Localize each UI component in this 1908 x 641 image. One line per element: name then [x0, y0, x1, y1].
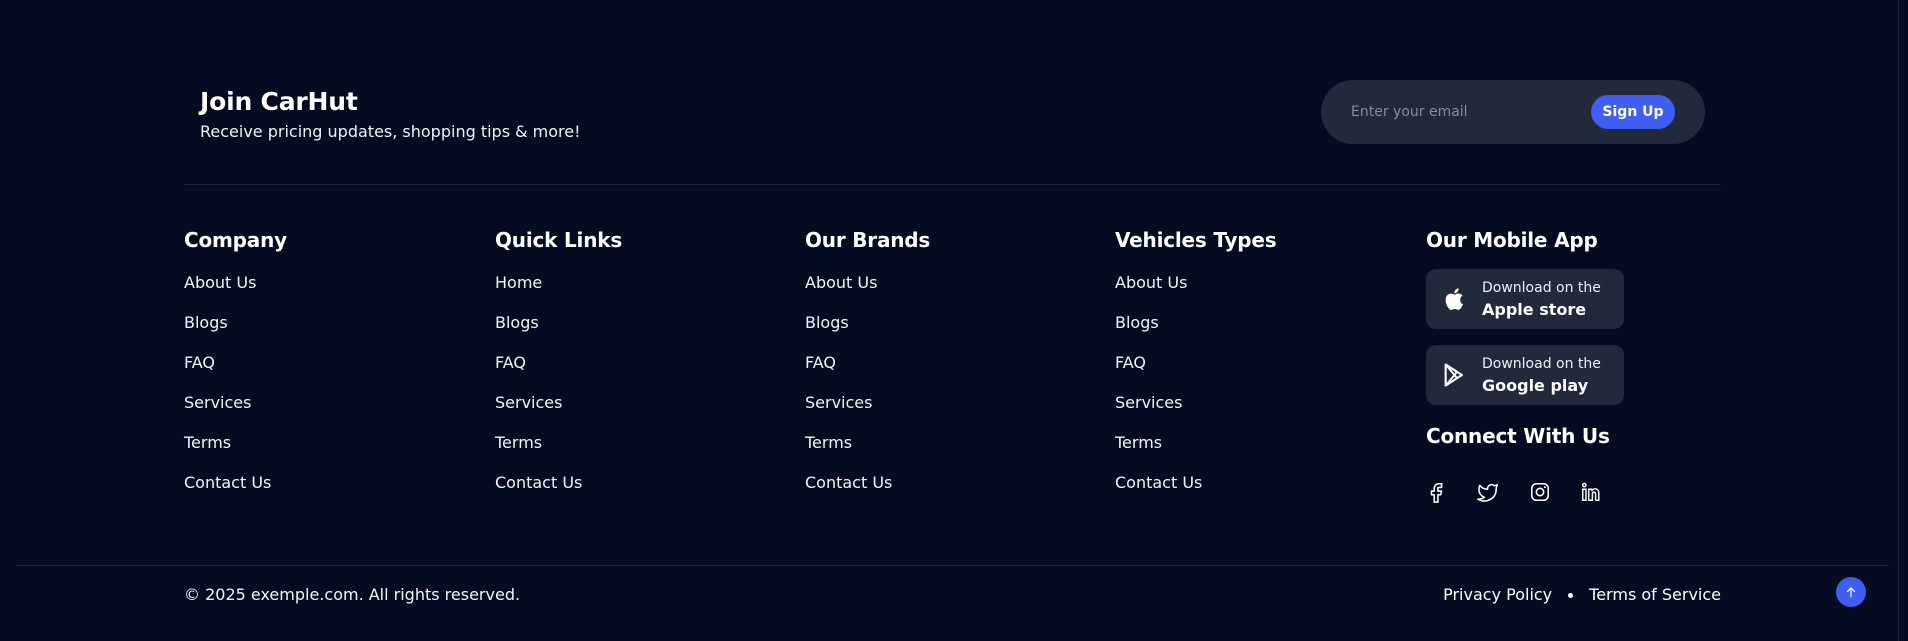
column-title: Company: [184, 228, 287, 252]
footer-column-vehicle-types: Vehicles Types About Us Blogs FAQ Servic…: [1115, 226, 1395, 513]
scrollbar-track-line: [1898, 0, 1899, 641]
footer: Join CarHut Receive pricing updates, sho…: [0, 0, 1889, 641]
footer-link[interactable]: Services: [805, 393, 1085, 433]
footer-link[interactable]: FAQ: [805, 353, 1085, 393]
footer-link[interactable]: Home: [495, 273, 775, 313]
apple-store-label: Apple store: [1482, 300, 1587, 319]
footer-link[interactable]: FAQ: [184, 353, 464, 393]
footer-link[interactable]: Blogs: [495, 313, 775, 353]
footer-link[interactable]: Terms: [805, 433, 1085, 473]
newsletter-subtitle: Receive pricing updates, shopping tips &…: [200, 122, 581, 141]
email-input[interactable]: [1351, 100, 1571, 124]
footer-link[interactable]: Contact Us: [805, 473, 1085, 513]
footer-link[interactable]: FAQ: [495, 353, 775, 393]
mobile-app-section: Our Mobile App Download on the Apple sto…: [1426, 226, 1726, 405]
footer-link[interactable]: Terms: [1115, 433, 1395, 473]
google-play-caption: Download on the: [1482, 356, 1601, 372]
arrow-up-icon: [1846, 587, 1856, 598]
apple-store-button[interactable]: Download on the Apple store: [1426, 269, 1624, 329]
facebook-icon[interactable]: [1426, 481, 1448, 503]
footer-column-our-brands: Our Brands About Us Blogs FAQ Services T…: [805, 226, 1085, 513]
scrollbar[interactable]: [1889, 0, 1908, 641]
mobile-app-title: Our Mobile App: [1426, 228, 1598, 252]
footer-link[interactable]: FAQ: [1115, 353, 1395, 393]
google-play-button[interactable]: Download on the Google play: [1426, 345, 1624, 405]
footer-link[interactable]: About Us: [805, 273, 1085, 313]
divider: [184, 184, 1721, 185]
column-title: Our Brands: [805, 228, 931, 252]
column-title: Quick Links: [495, 228, 623, 252]
footer-link[interactable]: Contact Us: [495, 473, 775, 513]
newsletter-text: Join CarHut Receive pricing updates, sho…: [200, 87, 581, 143]
footer-link[interactable]: Services: [495, 393, 775, 433]
connect-title: Connect With Us: [1426, 424, 1610, 448]
footer-link[interactable]: About Us: [184, 273, 464, 313]
separator-dot: [1568, 592, 1574, 598]
google-play-label: Google play: [1482, 376, 1589, 395]
footer-link[interactable]: Terms: [495, 433, 775, 473]
footer-link[interactable]: Contact Us: [184, 473, 464, 513]
newsletter-form: Sign Up: [1321, 80, 1705, 144]
privacy-policy-link[interactable]: Privacy Policy: [1443, 584, 1552, 606]
footer-link[interactable]: Services: [1115, 393, 1395, 433]
newsletter-title: Join CarHut: [200, 87, 358, 116]
legal-links: Privacy Policy Terms of Service: [1443, 584, 1721, 606]
linkedin-icon[interactable]: [1580, 481, 1602, 503]
footer-link[interactable]: About Us: [1115, 273, 1395, 313]
footer-link[interactable]: Contact Us: [1115, 473, 1395, 513]
footer-link[interactable]: Services: [184, 393, 464, 433]
twitter-icon[interactable]: [1477, 481, 1499, 503]
instagram-icon[interactable]: [1529, 481, 1551, 503]
footer-column-quick-links: Quick Links Home Blogs FAQ Services Term…: [495, 226, 775, 513]
back-to-top-button[interactable]: [1836, 577, 1866, 607]
apple-icon: [1445, 288, 1464, 310]
column-title: Vehicles Types: [1115, 228, 1277, 252]
footer-link[interactable]: Blogs: [1115, 313, 1395, 353]
footer-link[interactable]: Terms: [184, 433, 464, 473]
google-play-icon: [1444, 363, 1464, 387]
footer-link[interactable]: Blogs: [805, 313, 1085, 353]
terms-of-service-link[interactable]: Terms of Service: [1589, 584, 1721, 606]
divider: [16, 565, 1889, 566]
apple-store-caption: Download on the: [1482, 280, 1601, 296]
footer-column-company: Company About Us Blogs FAQ Services Term…: [184, 226, 464, 513]
copyright-text: © 2025 exemple.com. All rights reserved.: [184, 585, 521, 604]
sign-up-button[interactable]: Sign Up: [1591, 95, 1675, 129]
footer-link[interactable]: Blogs: [184, 313, 464, 353]
